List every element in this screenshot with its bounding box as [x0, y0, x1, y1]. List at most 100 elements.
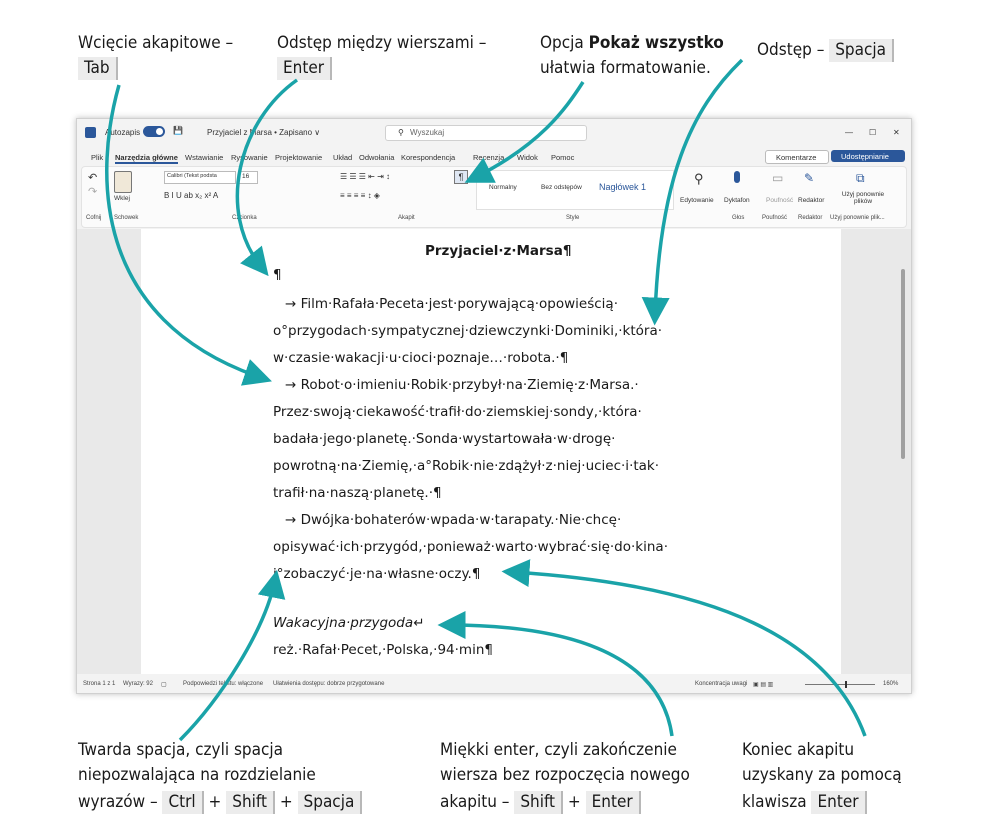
annotation-paragraph-end-line2: uzyskany za pomocą [742, 765, 902, 785]
doc-title[interactable]: Przyjaciel z Marsa • Zapisano ∨ [207, 128, 320, 137]
annotation-paragraph-end-line1: Koniec akapitu [742, 740, 855, 760]
word-logo-icon [85, 127, 96, 138]
styles-gallery[interactable]: Normalny Bez odstępów Nagłówek 1 [476, 170, 674, 210]
paste-label[interactable]: Wklej [114, 195, 130, 202]
reuse-files-label[interactable]: Użyj ponownie plików [834, 191, 892, 205]
paragraph-group-label: Akapit [398, 215, 415, 221]
doc-line: i°zobaczyć·je·na·własne·oczy.¶ [273, 566, 481, 582]
annotation-hard-space-line3: wyrazów – [78, 792, 158, 812]
menu-draw[interactable]: Rysowanie [231, 153, 268, 162]
share-label: Udostępnianie [841, 152, 889, 161]
menu-insert[interactable]: Wstawianie [185, 153, 223, 162]
style-no-spacing[interactable]: Bez odstępów [541, 184, 582, 191]
autosave-toggle[interactable] [143, 126, 165, 137]
menu-bar: Plik Narzędzia główne Wstawianie Rysowan… [77, 149, 911, 165]
find-icon[interactable]: ⚲ [694, 171, 704, 187]
search-placeholder: Wyszukaj [410, 128, 445, 137]
doc-empty-paragraph: ¶ [273, 267, 282, 283]
doc-line: w·czasie·wakacji·u·cioci·poznaje…·robota… [273, 350, 569, 366]
vertical-scrollbar[interactable] [899, 229, 907, 674]
status-page[interactable]: Strona 1 z 1 [83, 681, 115, 687]
annotation-paragraph-end: Koniec akapitu uzyskany za pomocą klawis… [742, 738, 902, 815]
style-heading-1[interactable]: Nagłówek 1 [599, 182, 646, 192]
annotation-space: Odstęp – Spacja [757, 38, 895, 63]
undo-icon[interactable]: ↶ [88, 171, 97, 184]
microphone-icon[interactable] [734, 171, 740, 183]
comments-button[interactable]: Komentarze [765, 150, 829, 164]
doc-line: opisywać·ich·przygód,·ponieważ·warto·wyb… [273, 539, 668, 555]
status-words[interactable]: Wyrazy: 92 [123, 681, 153, 687]
annotation-show-all-post: ułatwia formatowanie. [540, 58, 711, 78]
annotation-enter: Odstęp między wierszami – Enter [277, 31, 486, 81]
plus-sign: + [279, 792, 293, 812]
font-size-select[interactable]: 16 [238, 171, 258, 184]
scrollbar-thumb[interactable] [901, 269, 905, 459]
plus-sign: + [567, 792, 581, 812]
annotation-soft-enter-line2: wiersza bez rozpoczęcia nowego [440, 765, 690, 785]
sensitivity-icon[interactable]: ▭ [772, 171, 783, 185]
editor-group-label: Redaktor [798, 215, 823, 221]
annotation-tab: Wcięcie akapitowe – Tab [78, 31, 233, 81]
close-icon[interactable]: ✕ [893, 128, 900, 137]
menu-mailings[interactable]: Korespondencja [401, 153, 455, 162]
key-enter: Enter [585, 791, 641, 814]
editor-icon[interactable]: ✎ [804, 171, 814, 185]
menu-review[interactable]: Recenzja [473, 153, 504, 162]
dictate-label[interactable]: Dyktafon [724, 197, 750, 204]
key-space: Spacja [829, 39, 895, 62]
sensitivity-group-label: Poufność [762, 215, 788, 221]
format-buttons-icon[interactable]: B I U ab x₂ x² A [164, 191, 218, 200]
redo-icon[interactable]: ↷ [88, 185, 97, 198]
menu-references[interactable]: Odwołania [359, 153, 394, 162]
ribbon: ↶ ↷ Cofnij Wklej Schowek Calibri (Tekst … [81, 166, 907, 228]
align-icons[interactable]: ≡ ≡ ≡ ≡ ↕ ◈ [340, 191, 380, 200]
zoom-slider[interactable] [805, 681, 875, 688]
view-icons[interactable]: ▣ ▤ ▥ [753, 681, 773, 688]
status-focus[interactable]: Koncentracja uwagi [695, 681, 747, 687]
annotation-tab-text: Wcięcie akapitowe – [78, 33, 234, 53]
editing-label[interactable]: Edytowanie [680, 197, 714, 204]
annotation-enter-text: Odstęp między wierszami – [277, 33, 487, 53]
paste-icon[interactable] [114, 171, 132, 193]
reuse-files-icon[interactable]: ⧉ [856, 171, 865, 186]
key-enter: Enter [277, 57, 333, 80]
menu-layout[interactable]: Układ [333, 153, 352, 162]
annotation-soft-enter: Miękki enter, czyli zakończenie wiersza … [440, 738, 690, 815]
annotation-hard-space: Twarda spacja, czyli spacja niepozwalają… [78, 738, 363, 815]
annotation-show-all-bold: Pokaż wszystko [588, 33, 724, 53]
status-bar: Strona 1 z 1 Wyrazy: 92 ▢ Podpowiedzi te… [77, 675, 911, 693]
annotation-hard-space-line1: Twarda spacja, czyli spacja [78, 740, 284, 760]
sensitivity-label[interactable]: Poufność [766, 197, 793, 204]
style-normal[interactable]: Normalny [489, 184, 517, 191]
clipboard-group-label: Schowek [114, 215, 139, 221]
doc-line: → Robot·o·imieniu·Robik·przybył·na·Ziemi… [285, 377, 639, 393]
menu-home[interactable]: Narzędzia główne [115, 153, 178, 164]
font-name-select[interactable]: Calibri (Tekst podsta [164, 171, 236, 184]
status-zoom[interactable]: 160% [883, 681, 898, 687]
search-box[interactable]: ⚲ Wyszukaj [385, 125, 587, 141]
list-icons[interactable]: ☰ ☰ ☰ ⇤ ⇥ ↕ [340, 172, 390, 181]
proofing-icon[interactable]: ▢ [161, 681, 167, 688]
key-ctrl: Ctrl [162, 791, 204, 814]
editor-label[interactable]: Redaktor [798, 197, 824, 204]
doc-last-line: reż.·Rafał·Pecet,·Polska,·94·min¶ [273, 642, 493, 658]
menu-view[interactable]: Widok [517, 153, 538, 162]
status-accessibility[interactable]: Ułatwienia dostępu: dobrze przygotowane [273, 681, 384, 687]
minimize-icon[interactable]: — [845, 128, 853, 137]
menu-design[interactable]: Projektowanie [275, 153, 322, 162]
status-predictions[interactable]: Podpowiedzi tekstu: włączone [183, 681, 263, 687]
autosave-label: Autozapis [105, 128, 141, 137]
key-shift: Shift [514, 791, 564, 814]
maximize-icon[interactable]: ☐ [869, 128, 876, 137]
key-space: Spacja [297, 791, 363, 814]
show-all-button[interactable]: ¶ [454, 170, 468, 184]
doc-line: Przez·swoją·ciekawość·trafił·do·ziemskie… [273, 404, 642, 420]
key-enter: Enter [811, 791, 867, 814]
menu-file[interactable]: Plik [91, 153, 103, 162]
doc-line: → Dwójka·bohaterów·wpada·w·tarapaty.·Nie… [285, 512, 622, 528]
share-button[interactable]: Udostępnianie [831, 150, 905, 162]
comments-label: Komentarze [776, 153, 817, 162]
save-icon[interactable]: 💾 [173, 126, 183, 135]
menu-help[interactable]: Pomoc [551, 153, 574, 162]
voice-group-label: Głos [732, 215, 745, 221]
